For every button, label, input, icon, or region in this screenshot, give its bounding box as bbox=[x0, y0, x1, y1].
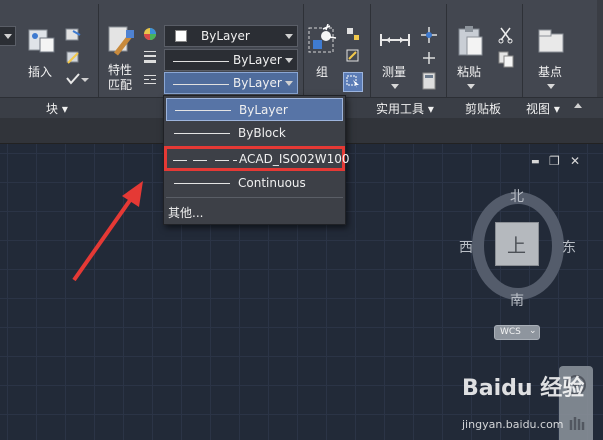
watermark-logo: Baidu 经验 bbox=[462, 376, 585, 401]
watermark-url: jingyan.baidu.com bbox=[462, 418, 564, 431]
